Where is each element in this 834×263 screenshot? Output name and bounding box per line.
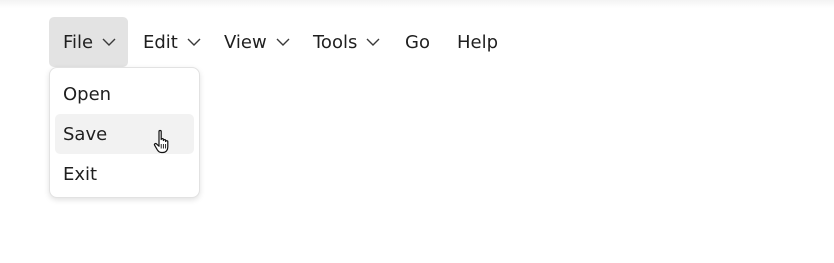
menu-edit[interactable]: Edit [128,17,209,67]
menu-help-label: Help [457,31,499,53]
menu-edit-label: Edit [143,31,178,53]
menu-view[interactable]: View [209,17,298,67]
menu-tools[interactable]: Tools [298,17,390,67]
menu-go[interactable]: Go [390,17,442,67]
file-dropdown-menu: Open Save Exit [49,67,200,198]
menu-item-exit-label: Exit [63,163,98,185]
chevron-down-icon [366,38,380,46]
app-window: File Edit View Tools Go Help Open Save E… [0,0,834,263]
top-edge-shadow [0,0,834,8]
menu-item-save[interactable]: Save [55,114,194,154]
menu-go-label: Go [405,31,430,53]
menu-item-open[interactable]: Open [55,74,194,114]
menu-tools-label: Tools [313,31,358,53]
menu-bar: File Edit View Tools Go Help [49,17,502,67]
menu-file[interactable]: File [49,17,128,67]
hand-pointer-icon [153,129,169,154]
menu-view-label: View [224,31,267,53]
menu-help[interactable]: Help [442,17,502,67]
menu-item-save-label: Save [63,123,108,145]
chevron-down-icon [102,38,116,46]
chevron-down-icon [276,38,290,46]
chevron-down-icon [187,38,201,46]
menu-file-label: File [63,31,94,53]
menu-item-exit[interactable]: Exit [55,154,194,194]
menu-item-open-label: Open [63,83,112,105]
